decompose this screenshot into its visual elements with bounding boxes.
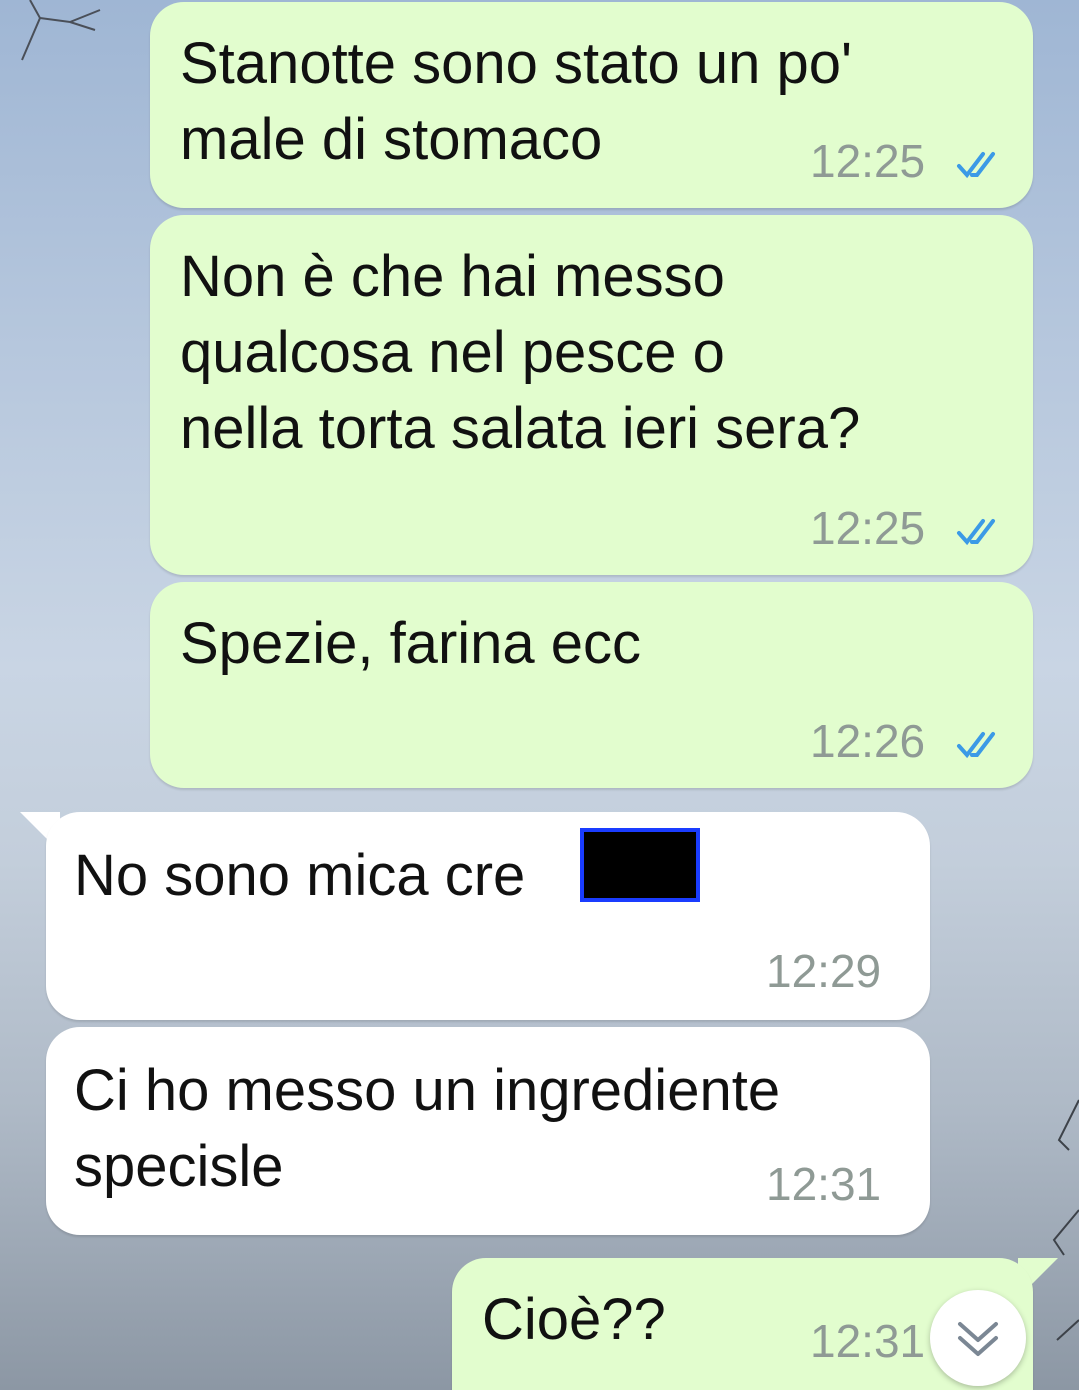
branch-decoration (21, 0, 101, 61)
message-bubble-outgoing[interactable]: Non è che hai messo qualcosa nel pesce o… (150, 215, 1033, 575)
scroll-to-bottom-button[interactable] (930, 1290, 1026, 1386)
message-time: 12:31 (766, 1158, 882, 1210)
message-time: 12:31 (810, 1315, 926, 1367)
redaction-box (580, 828, 700, 902)
message-bubble-outgoing[interactable]: Spezie, farina ecc 12:26 (150, 582, 1033, 788)
message-text: Ci ho messo un ingrediente specisle (74, 1058, 781, 1199)
chevron-double-down-icon (958, 1322, 998, 1356)
double-check-icon (957, 732, 995, 759)
message-text: Non è che hai messo qualcosa nel pesce o… (180, 244, 861, 461)
message-bubble-incoming[interactable]: Ci ho messo un ingrediente specisle 12:3… (46, 1027, 930, 1235)
message-time: 12:25 (810, 502, 926, 554)
double-check-icon (957, 152, 995, 179)
message-bubble-outgoing[interactable]: Stanotte sono stato un po' male di stoma… (150, 2, 1033, 208)
message-bubble-incoming[interactable]: No sono mica cre 12:29 (46, 812, 930, 1020)
message-time: 12:25 (810, 135, 926, 187)
message-text: No sono mica cre (74, 843, 526, 908)
message-text: Stanotte sono stato un po' male di stoma… (180, 31, 853, 172)
message-time: 12:26 (810, 715, 926, 767)
double-check-icon (957, 519, 995, 546)
message-time: 12:29 (766, 945, 882, 997)
message-text: Cioè?? (482, 1287, 666, 1352)
message-text: Spezie, farina ecc (180, 611, 642, 676)
